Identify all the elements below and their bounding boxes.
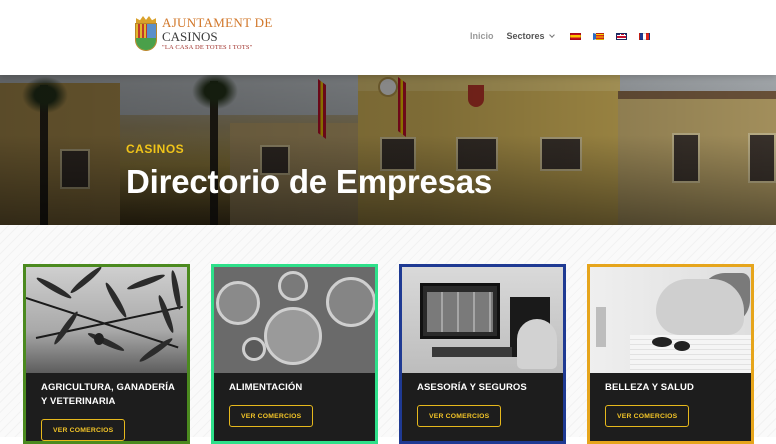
nav-item-sectores[interactable]: Sectores (506, 31, 555, 41)
page-title: Directorio de Empresas (126, 163, 493, 200)
sector-card-alimentacion[interactable]: ALIMENTACIÓN VER COMERCIOS (211, 264, 378, 444)
sector-card-belleza[interactable]: BELLEZA Y SALUD VER COMERCIOS (587, 264, 754, 444)
va-flag-icon[interactable] (592, 32, 604, 40)
spa-photo (590, 267, 751, 373)
computer-desk-photo (402, 267, 563, 373)
fr-flag-icon[interactable] (638, 32, 650, 40)
language-switcher (569, 32, 662, 40)
logo-line2: CASINOS (162, 29, 218, 44)
hero-banner (0, 75, 776, 225)
nav-sectores-label: Sectores (506, 31, 545, 41)
main-nav: Inicio Sectores (470, 31, 662, 41)
logo-line1: AJUNTAMENT DE (162, 15, 273, 30)
ver-comercios-button[interactable]: VER COMERCIOS (41, 419, 126, 441)
sector-card-title: AGRICULTURA, GANADERÍA Y VETERINARIA (41, 382, 175, 407)
sector-card-title: ALIMENTACIÓN (229, 382, 303, 393)
sector-card-title: ASESORÍA Y SEGUROS (417, 382, 527, 393)
hero-kicker: CASINOS (126, 142, 185, 156)
nav-item-inicio[interactable]: Inicio (470, 31, 494, 41)
food-table-photo (214, 267, 375, 373)
en-flag-icon[interactable] (615, 32, 627, 40)
olive-branch-photo (26, 267, 187, 373)
sector-card-asesoria[interactable]: ASESORÍA Y SEGUROS VER COMERCIOS (399, 264, 566, 444)
site-header: AJUNTAMENT DE CASINOS "LA CASA DE TOTES … (0, 0, 776, 75)
es-flag-icon[interactable] (569, 32, 581, 40)
sector-card-title: BELLEZA Y SALUD (605, 382, 694, 393)
ver-comercios-button[interactable]: VER COMERCIOS (229, 405, 314, 427)
sector-card-agricultura[interactable]: AGRICULTURA, GANADERÍA Y VETERINARIA VER… (23, 264, 190, 444)
logo-tagline: "LA CASA DE TOTES I TOTS" (162, 44, 253, 51)
ver-comercios-button[interactable]: VER COMERCIOS (417, 405, 502, 427)
coat-of-arms-icon (134, 16, 158, 54)
ver-comercios-button[interactable]: VER COMERCIOS (605, 405, 690, 427)
chevron-down-icon (548, 31, 555, 38)
site-logo[interactable]: AJUNTAMENT DE CASINOS "LA CASA DE TOTES … (134, 16, 274, 58)
